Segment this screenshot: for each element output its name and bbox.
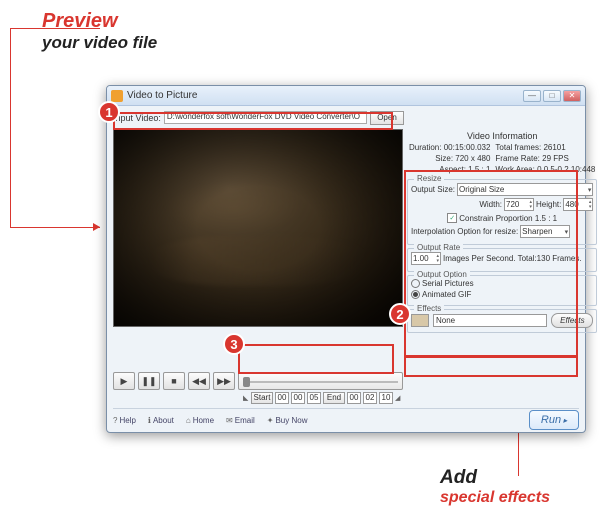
input-video-label: Input Video: xyxy=(113,113,161,123)
arrow-icon xyxy=(93,223,100,231)
buy-link[interactable]: ✦Buy Now xyxy=(267,416,308,425)
end-mm[interactable]: 02 xyxy=(363,392,377,404)
about-link[interactable]: ℹAbout xyxy=(148,416,174,425)
home-link[interactable]: ⌂Home xyxy=(186,416,214,425)
titlebar[interactable]: Video to Picture — □ ✕ xyxy=(107,86,585,106)
output-option-title: Output Option xyxy=(414,270,470,279)
email-icon: ✉ xyxy=(226,416,233,425)
duration-value: 00:15:00.032 xyxy=(444,143,491,152)
end-marker-icon[interactable]: ◢ xyxy=(395,394,401,402)
end-ss[interactable]: 10 xyxy=(379,392,393,404)
serial-pictures-radio[interactable] xyxy=(411,279,420,288)
step-badge-2: 2 xyxy=(389,303,411,325)
animated-gif-label: Animated GIF xyxy=(422,290,471,299)
close-button[interactable]: ✕ xyxy=(563,90,581,102)
interpolation-select[interactable]: Sharpen xyxy=(520,225,570,238)
width-input[interactable]: 720 xyxy=(504,198,534,211)
resize-group-title: Resize xyxy=(414,174,444,183)
cart-icon: ✦ xyxy=(267,416,274,425)
home-icon: ⌂ xyxy=(186,416,191,425)
animated-gif-radio[interactable] xyxy=(411,290,420,299)
start-button[interactable]: Start xyxy=(251,392,273,404)
video-preview[interactable] xyxy=(113,129,403,327)
workarea-value: 0.0.5-0.2.10:448 xyxy=(537,165,595,174)
help-link[interactable]: ?Help xyxy=(113,416,136,425)
output-size-label: Output Size: xyxy=(411,185,455,194)
window-title: Video to Picture xyxy=(127,90,523,101)
info-icon: ℹ xyxy=(148,416,151,425)
stop-button[interactable]: ■ xyxy=(163,372,185,390)
email-link[interactable]: ✉Email xyxy=(226,416,255,425)
output-rate-title: Output Rate xyxy=(414,243,463,252)
effects-title: Effects xyxy=(414,304,444,313)
seek-slider[interactable] xyxy=(238,372,403,390)
interpolation-label: Interpolation Option for resize: xyxy=(411,227,518,236)
help-icon: ? xyxy=(113,416,117,425)
pause-button[interactable]: ❚❚ xyxy=(138,372,160,390)
step-badge-3: 3 xyxy=(223,333,245,355)
maximize-button[interactable]: □ xyxy=(543,90,561,102)
duration-label: Duration: xyxy=(409,143,441,152)
effect-preview-icon xyxy=(411,314,429,327)
height-input[interactable]: 480 xyxy=(563,198,593,211)
open-button[interactable]: Open xyxy=(370,111,404,125)
video-info-header: Video Information xyxy=(409,131,595,141)
rate-text: Images Per Second. Total:130 Frames. xyxy=(443,254,582,263)
constrain-label: Constrain Proportion 1.5 : 1 xyxy=(459,214,557,223)
rate-input[interactable]: 1.00 xyxy=(411,252,441,265)
start-hh[interactable]: 00 xyxy=(275,392,289,404)
run-button[interactable]: Run xyxy=(529,410,579,430)
next-button[interactable]: ▶▶ xyxy=(213,372,235,390)
size-value: 720 x 480 xyxy=(455,154,490,163)
app-window: Video to Picture — □ ✕ Input Video: D:\w… xyxy=(106,85,586,433)
output-size-select[interactable]: Original Size xyxy=(457,183,593,196)
constrain-checkbox[interactable]: ✓ xyxy=(447,213,457,223)
height-label: Height: xyxy=(536,200,561,209)
aspect-label: Aspect: xyxy=(439,165,466,174)
prev-button[interactable]: ◀◀ xyxy=(188,372,210,390)
totalframes-label: Total frames: xyxy=(495,143,541,152)
aspect-value: 1.5 : 1 xyxy=(468,165,490,174)
workarea-label: Work Area: xyxy=(495,165,534,174)
totalframes-value: 26101 xyxy=(543,143,565,152)
callout-add-title: Add xyxy=(440,467,550,489)
step-badge-1: 1 xyxy=(98,101,120,123)
end-button[interactable]: End xyxy=(323,392,345,404)
effects-button[interactable]: Effects xyxy=(551,313,593,328)
size-label: Size: xyxy=(435,154,453,163)
callout-line xyxy=(10,28,100,228)
minimize-button[interactable]: — xyxy=(523,90,541,102)
framerate-label: Frame Rate: xyxy=(495,154,539,163)
app-logo-icon xyxy=(111,90,123,102)
width-label: Width: xyxy=(479,200,502,209)
effect-value: None xyxy=(433,314,547,327)
serial-pictures-label: Serial Pictures xyxy=(422,279,474,288)
input-video-field[interactable]: D:\wonderfox soft\WonderFox DVD Video Co… xyxy=(164,111,367,124)
framerate-value: 29 FPS xyxy=(542,154,569,163)
start-mm[interactable]: 00 xyxy=(291,392,305,404)
start-marker-icon[interactable]: ◣ xyxy=(243,394,249,402)
callout-add-sub: special effects xyxy=(440,489,550,507)
start-ss[interactable]: 05 xyxy=(307,392,321,404)
end-hh[interactable]: 00 xyxy=(347,392,361,404)
play-button[interactable]: ▶ xyxy=(113,372,135,390)
